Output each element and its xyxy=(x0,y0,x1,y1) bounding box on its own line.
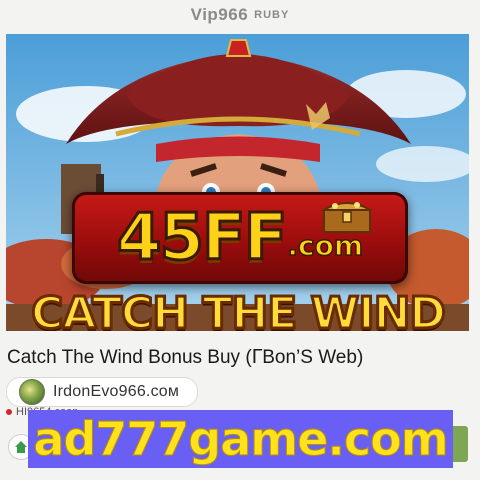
provider-avatar xyxy=(19,379,45,405)
promo-main-text: 45FF xyxy=(115,200,288,277)
ad-banner-text: ad777game.com xyxy=(33,412,449,467)
provider-chip[interactable]: IrdonEvo966.coᴍ xyxy=(6,377,198,407)
home-glyph-icon xyxy=(15,441,27,453)
game-title[interactable]: Catch The Wind Bonus Buy (ᒥBon’S Web) xyxy=(7,346,473,369)
ad-banner[interactable]: ad777game.com xyxy=(28,410,453,468)
status-dot-icon xyxy=(6,409,12,415)
top-bar: Vip966 RUBY xyxy=(0,0,480,30)
site-name[interactable]: Vip966 xyxy=(191,5,249,25)
site-subtitle: RUBY xyxy=(254,9,290,21)
hero-art-title: CATCH THE WIND xyxy=(30,287,448,332)
hero-artwork xyxy=(6,34,469,331)
treasure-chest-icon xyxy=(321,202,373,233)
provider-domain: IrdonEvo966.coᴍ xyxy=(53,383,180,400)
game-hero-image[interactable]: CATCH THE WIND xyxy=(6,34,469,331)
